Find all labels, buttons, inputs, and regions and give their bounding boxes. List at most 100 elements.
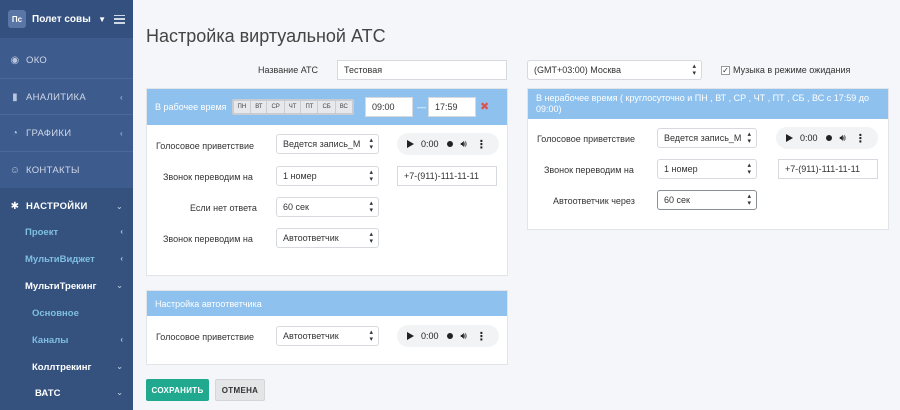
sidebar-item-settings[interactable]: ✱ НАСТРОЙКИ ⌄ bbox=[0, 198, 133, 214]
day-tue[interactable]: ВТ bbox=[251, 101, 267, 113]
no-answer-value: 60 сек bbox=[283, 202, 309, 212]
forward-select[interactable]: 1 номер ▴ ▾ bbox=[276, 166, 379, 186]
forward2-label: Звонок переводим на bbox=[163, 234, 253, 244]
work-hours-title: В рабочее время bbox=[155, 102, 227, 112]
day-fri[interactable]: ПТ bbox=[301, 101, 318, 113]
off-hours-title: В нерабочее время ( круглосуточно и ПН ,… bbox=[536, 93, 870, 114]
autoresponder-title: Настройка автоответчика bbox=[155, 298, 262, 309]
more-options-icon[interactable]: ⋮ bbox=[476, 138, 487, 151]
time-to-input[interactable]: 17:59 bbox=[428, 97, 476, 117]
divider bbox=[0, 114, 133, 115]
greeting-value: Ведется запись_М bbox=[283, 139, 361, 149]
off-hours-header: В нерабочее время ( круглосуточно и ПН ,… bbox=[528, 89, 888, 119]
chevron-left-icon: ‹ bbox=[120, 92, 123, 102]
volume-icon[interactable]: 🔊︎ bbox=[461, 139, 467, 150]
select-arrows-icon: ▴ ▾ bbox=[747, 131, 751, 145]
select-arrows-icon: ▴ ▾ bbox=[369, 329, 373, 343]
settings-section-bg bbox=[0, 188, 133, 410]
user-icon: ☺ bbox=[9, 164, 21, 176]
select-arrows-icon: ▴ ▾ bbox=[747, 162, 751, 176]
sidebar-subitem-label: Основное bbox=[32, 308, 79, 319]
day-selector: ПН ВТ СР ЧТ ПТ СБ ВС bbox=[231, 99, 354, 115]
day-sun[interactable]: ВС bbox=[335, 101, 352, 113]
select-arrows-icon: ▴ ▾ bbox=[692, 63, 696, 77]
more-options-icon[interactable]: ⋮ bbox=[476, 330, 487, 343]
select-arrows-icon: ▴ ▾ bbox=[369, 169, 373, 183]
audio-player[interactable]: 0:00 🔊︎ ⋮ bbox=[397, 133, 499, 155]
sidebar-subitem-calltracking[interactable]: Коллтрекинг ⌄ bbox=[0, 362, 133, 373]
time-from-input[interactable]: 09:00 bbox=[365, 97, 413, 117]
chevron-left-icon: ‹ bbox=[120, 335, 123, 344]
sidebar-item-oko[interactable]: ◉ ОКО bbox=[0, 52, 133, 68]
user-name[interactable]: Полет совы bbox=[32, 14, 98, 25]
sidebar-item-label: АНАЛИТИКА bbox=[26, 91, 87, 103]
progress-dot-icon[interactable] bbox=[446, 333, 453, 339]
play-icon[interactable] bbox=[407, 140, 414, 148]
off-greeting-label: Голосовое приветствие bbox=[537, 134, 635, 144]
select-arrows-icon: ▴ ▾ bbox=[369, 137, 373, 151]
time-range-dash: — bbox=[417, 102, 426, 112]
answering-select[interactable]: 60 сек ▴ ▾ bbox=[657, 190, 757, 210]
no-answer-label: Если нет ответа bbox=[190, 203, 257, 213]
progress-dot-icon[interactable] bbox=[825, 135, 832, 141]
close-icon[interactable]: ✖ bbox=[480, 100, 489, 113]
play-icon[interactable] bbox=[786, 134, 793, 142]
sidebar-subitem-multitracking[interactable]: МультиТрекинг ⌄ bbox=[0, 281, 133, 292]
sidebar-subitem-multiwidget[interactable]: МультиВиджет ‹ bbox=[0, 254, 133, 265]
save-button[interactable]: СОХРАНИТЬ bbox=[146, 379, 209, 401]
greeting-select[interactable]: Ведется запись_М ▴ ▾ bbox=[276, 134, 379, 154]
volume-icon[interactable]: 🔊︎ bbox=[461, 331, 467, 342]
gear-icon: ✱ bbox=[10, 200, 20, 212]
auto-greeting-value: Автоответчик bbox=[283, 331, 339, 341]
ats-name-input[interactable]: Тестовая bbox=[337, 60, 507, 80]
sidebar-subitem-vats[interactable]: ВАТС ⌄ bbox=[0, 388, 133, 399]
chevron-left-icon: ‹ bbox=[120, 227, 123, 236]
auto-audio-player[interactable]: 0:00 🔊︎ ⋮ bbox=[397, 325, 499, 347]
answering-label: Автоответчик через bbox=[553, 196, 635, 206]
day-wed[interactable]: СР bbox=[267, 101, 284, 113]
menu-icon[interactable] bbox=[114, 14, 125, 24]
autoresponder-header: Настройка автоответчика bbox=[147, 291, 507, 316]
forward2-select[interactable]: Автоответчик ▴ ▾ bbox=[276, 228, 379, 248]
cancel-button[interactable]: ОТМЕНА bbox=[215, 379, 265, 401]
sidebar-subitem-label: МультиТрекинг bbox=[25, 281, 97, 292]
day-mon[interactable]: ПН bbox=[233, 101, 251, 113]
sidebar-item-charts[interactable]: ◔ ГРАФИКИ ‹ bbox=[0, 125, 133, 141]
no-answer-select[interactable]: 60 сек ▴ ▾ bbox=[276, 197, 379, 217]
sidebar-subitem-label: Проект bbox=[25, 227, 59, 238]
chevron-left-icon: ‹ bbox=[120, 128, 123, 138]
day-thu[interactable]: ЧТ bbox=[284, 101, 301, 113]
sidebar-subitem-channels[interactable]: Каналы ‹ bbox=[0, 335, 133, 346]
sidebar-item-analytics[interactable]: ▮ АНАЛИТИКА ‹ bbox=[0, 89, 133, 105]
more-options-icon[interactable]: ⋮ bbox=[855, 132, 866, 145]
auto-greeting-select[interactable]: Автоответчик ▴ ▾ bbox=[276, 326, 379, 346]
greeting-label: Голосовое приветствие bbox=[156, 141, 254, 151]
chevron-down-icon[interactable]: ▼ bbox=[98, 15, 106, 24]
select-arrows-icon: ▴ ▾ bbox=[369, 200, 373, 214]
off-forward-select[interactable]: 1 номер ▴ ▾ bbox=[657, 159, 757, 179]
timezone-value: (GMT+03:00) Москва bbox=[534, 65, 621, 75]
sidebar-item-contacts[interactable]: ☺ КОНТАКТЫ bbox=[0, 162, 133, 178]
off-phone-input[interactable]: +7-(911)-111-11-11 bbox=[778, 159, 878, 179]
phone-input[interactable]: +7-(911)-111-11-11 bbox=[397, 166, 497, 186]
day-sat[interactable]: СБ bbox=[318, 101, 335, 113]
progress-dot-icon[interactable] bbox=[446, 141, 453, 147]
chevron-left-icon: ‹ bbox=[120, 254, 123, 263]
sidebar-item-label: ГРАФИКИ bbox=[26, 127, 72, 139]
volume-icon[interactable]: 🔊︎ bbox=[840, 133, 846, 144]
select-arrows-icon: ▴ ▾ bbox=[747, 193, 751, 207]
sidebar-subitem-basic[interactable]: Основное bbox=[0, 308, 133, 319]
avatar[interactable]: Пс bbox=[8, 10, 26, 28]
page-title: Настройка виртуальной АТС bbox=[146, 26, 386, 46]
off-greeting-select[interactable]: Ведется запись_М ▴ ▾ bbox=[657, 128, 757, 148]
off-audio-player[interactable]: 0:00 🔊︎ ⋮ bbox=[776, 127, 878, 149]
play-icon[interactable] bbox=[407, 332, 414, 340]
ats-name-label: Название АТС bbox=[258, 65, 319, 75]
timezone-select[interactable]: (GMT+03:00) Москва ▴ ▾ bbox=[527, 60, 702, 80]
forward-value: 1 номер bbox=[283, 171, 317, 181]
sidebar-subitem-project[interactable]: Проект ‹ bbox=[0, 227, 133, 238]
forward-label: Звонок переводим на bbox=[163, 172, 253, 182]
divider bbox=[0, 151, 133, 152]
hold-music-checkbox[interactable]: ✓ bbox=[721, 66, 730, 75]
answering-value: 60 сек bbox=[664, 195, 690, 205]
